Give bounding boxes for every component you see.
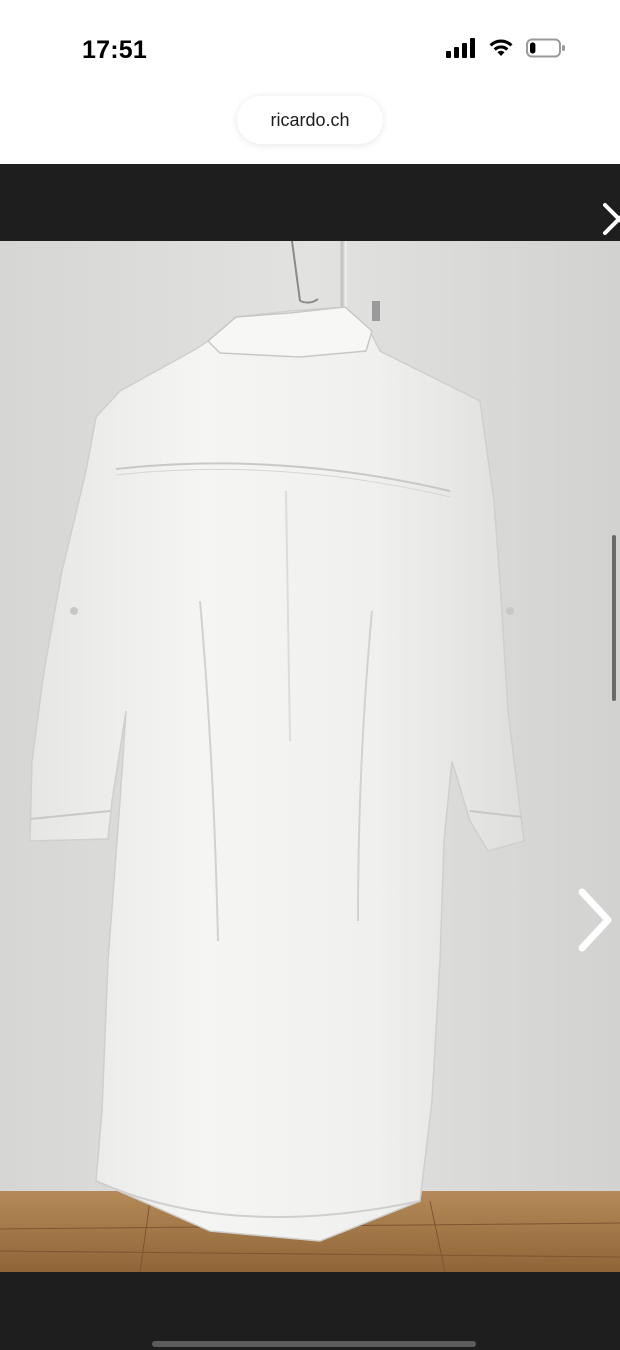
scroll-indicator[interactable]: [612, 535, 616, 701]
wifi-icon: [488, 38, 514, 63]
status-icons: [446, 38, 566, 63]
address-bar[interactable]: ricardo.ch: [237, 96, 383, 144]
url-text: ricardo.ch: [270, 109, 350, 130]
product-photo[interactable]: [0, 241, 620, 1272]
status-time: 17:51: [82, 36, 147, 64]
status-bar: 17:51: [0, 0, 620, 92]
image-viewer: [0, 164, 620, 1350]
chevron-right-icon: [578, 888, 618, 960]
close-icon: [602, 203, 620, 236]
cellular-signal-icon: [446, 38, 476, 63]
close-button[interactable]: [602, 202, 620, 236]
photo-image: [0, 241, 620, 1272]
next-image-button[interactable]: [578, 884, 618, 956]
home-indicator[interactable]: [152, 1341, 476, 1347]
battery-icon: [526, 38, 566, 63]
viewer-top-bar: [0, 164, 620, 241]
viewer-bottom-bar: [0, 1272, 620, 1350]
